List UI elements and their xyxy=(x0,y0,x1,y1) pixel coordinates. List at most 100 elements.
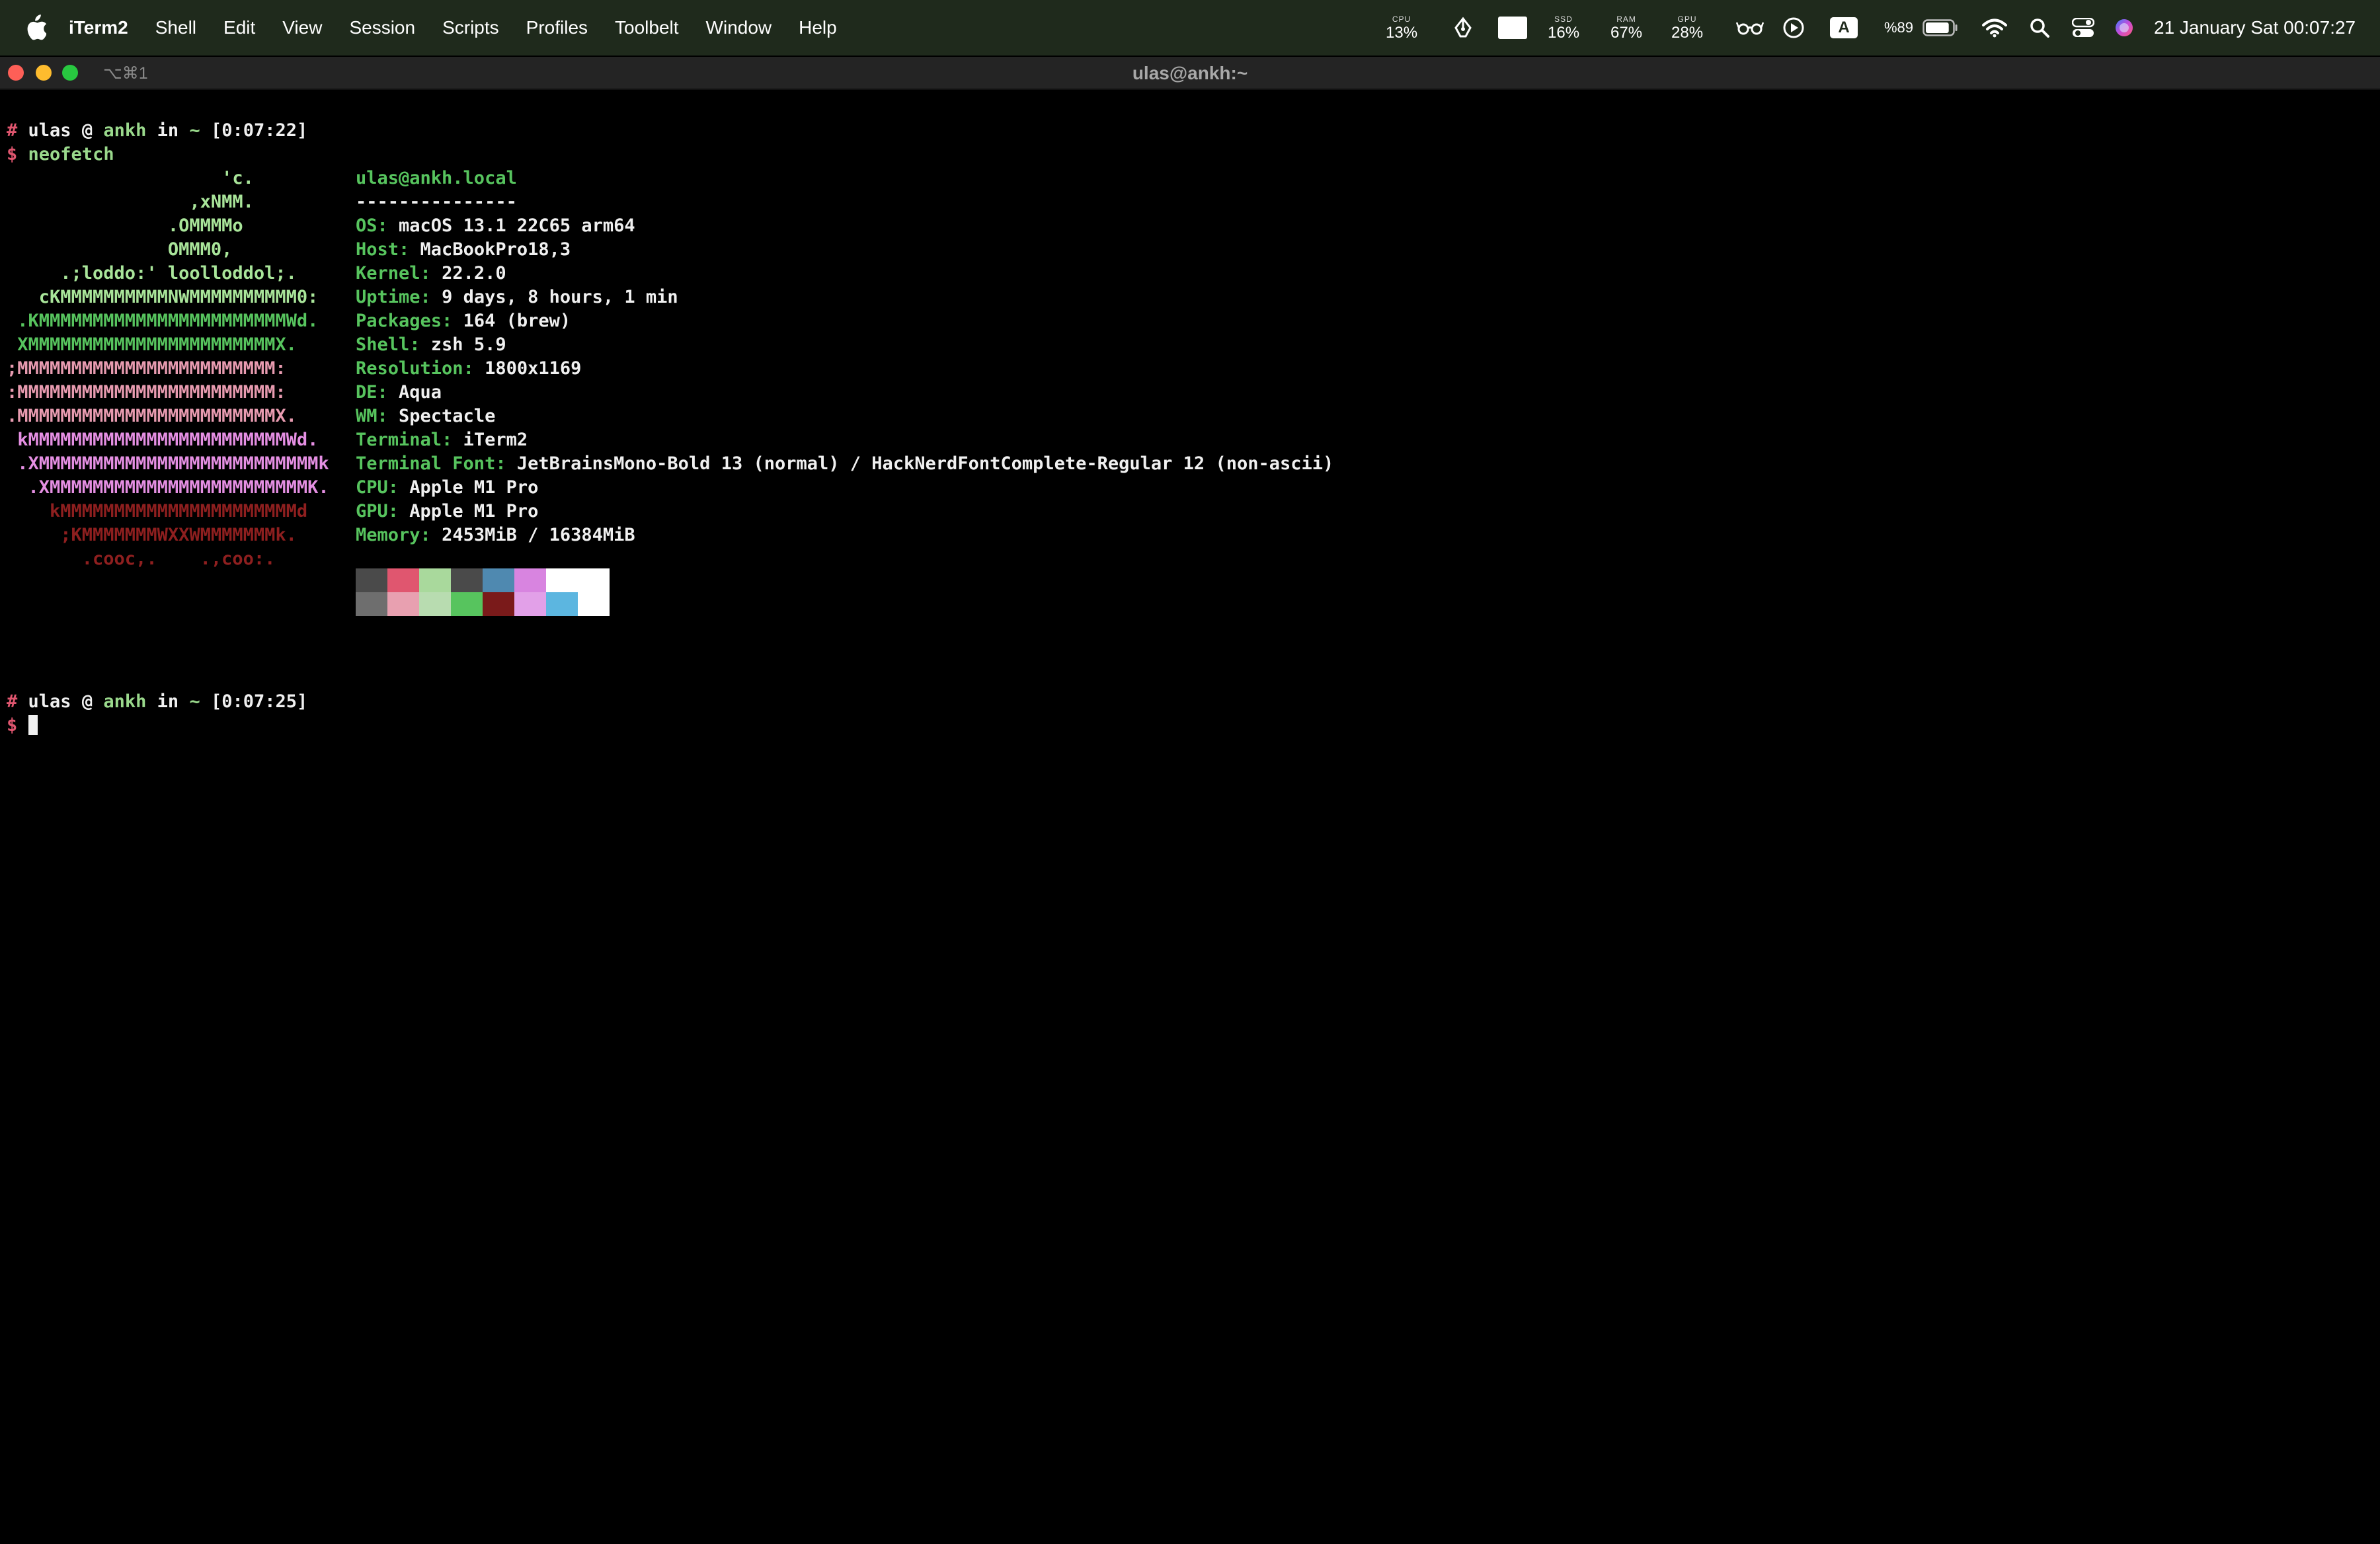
palette-swatch xyxy=(514,592,546,616)
glasses-icon[interactable] xyxy=(1736,0,1764,56)
logo-line: .OMMMMo xyxy=(7,215,243,236)
logo-line: OMMM0, xyxy=(7,239,233,260)
menu-app-iterm2[interactable]: iTerm2 xyxy=(69,17,128,38)
info-value: 2453MiB / 16384MiB xyxy=(442,525,635,545)
cpu-value: 13% xyxy=(1386,23,1418,42)
input-line[interactable]: $ xyxy=(7,714,38,738)
palette-swatch xyxy=(356,592,387,616)
command-text: neofetch xyxy=(28,144,114,165)
palette-swatch xyxy=(419,592,451,616)
info-row: Resolution: 1800x1169 xyxy=(356,358,582,379)
prompt-time: [0:07:22] xyxy=(210,120,308,141)
palette-swatch xyxy=(387,592,419,616)
gpu-usage-stat[interactable]: GPU 28% xyxy=(1671,15,1703,41)
command-line: $ neofetch xyxy=(7,143,114,167)
ram-value: 67% xyxy=(1610,23,1643,42)
menu-toolbelt[interactable]: Toolbelt xyxy=(615,17,679,38)
apple-menu-icon[interactable] xyxy=(24,15,46,41)
info-key: DE xyxy=(356,382,377,403)
logo-line: .MMMMMMMMMMMMMMMMMMMMMMMMX. xyxy=(7,406,297,426)
info-separator: --------------- xyxy=(356,192,517,212)
window-titlebar[interactable]: ⌥⌘1 ulas@ankh:~ xyxy=(0,57,2380,90)
prompt-time: [0:07:25] xyxy=(210,691,308,712)
info-row: Packages: 164 (brew) xyxy=(356,311,571,331)
prompt-dir: ~ xyxy=(189,691,200,712)
logo-line: .XMMMMMMMMMMMMMMMMMMMMMMMMK. xyxy=(7,477,329,498)
menu-session[interactable]: Session xyxy=(349,17,415,38)
palette-swatch xyxy=(578,592,610,616)
spotlight-search-icon[interactable] xyxy=(2030,0,2049,56)
info-value: iTerm2 xyxy=(463,430,528,450)
siri-icon[interactable] xyxy=(2114,0,2134,56)
menu-view[interactable]: View xyxy=(282,17,322,38)
ssd-usage-stat[interactable]: SSD 16% xyxy=(1548,15,1579,41)
info-value: Apple M1 Pro xyxy=(409,477,539,498)
prompt-line: # ulas @ ankh in ~ [0:07:22] xyxy=(7,119,307,143)
menubar-clock[interactable]: 21 January Sat 00:07:27 xyxy=(2154,17,2356,38)
info-key: GPU xyxy=(356,501,388,521)
info-value: zsh 5.9 xyxy=(430,334,506,355)
info-row: Host: MacBookPro18,3 xyxy=(356,239,571,260)
palette-swatch xyxy=(483,592,514,616)
menu-window[interactable]: Window xyxy=(706,17,772,38)
logo-line: 'c. xyxy=(7,168,254,188)
window-title: ulas@ankh:~ xyxy=(1132,63,1248,83)
info-row: DE: Aqua xyxy=(356,382,442,403)
logo-line: .;loddo:' loolloddol;. xyxy=(7,263,297,284)
logo-line: cKMMMMMMMMMMNWMMMMMMMMMM0: xyxy=(7,287,319,307)
palette-swatch xyxy=(578,568,610,592)
prompt-dir: ~ xyxy=(189,120,200,141)
prompt-user: ulas xyxy=(28,120,71,141)
prompt-dollar: $ xyxy=(7,715,18,736)
info-key: Shell xyxy=(356,334,410,355)
color-palette xyxy=(356,568,610,616)
battery-icon[interactable] xyxy=(1923,0,1958,56)
palette-swatch xyxy=(483,568,514,592)
info-key: OS xyxy=(356,215,377,236)
input-source-icon[interactable]: A xyxy=(1830,0,1858,56)
info-value: Apple M1 Pro xyxy=(409,501,539,521)
palette-swatch xyxy=(419,568,451,592)
logo-line: .cooc,. .,coo:. xyxy=(7,549,276,569)
wifi-icon[interactable] xyxy=(1982,0,2007,56)
control-center-icon[interactable] xyxy=(2072,0,2094,56)
prompt-in: in xyxy=(157,120,179,141)
info-key: Uptime xyxy=(356,287,420,307)
info-value: JetBrainsMono-Bold 13 (normal) / HackNer… xyxy=(516,453,1334,474)
prompt-host: ankh xyxy=(103,120,147,141)
text-cursor xyxy=(28,715,38,735)
terminal-session[interactable]: # ulas @ ankh in ~ [0:07:22] $ neofetch … xyxy=(7,119,2380,1544)
white-square-icon[interactable] xyxy=(1498,0,1527,56)
palette-swatch xyxy=(451,568,483,592)
logo-line: .KMMMMMMMMMMMMMMMMMMMMMMMWd. xyxy=(7,311,319,331)
pen-tool-icon[interactable] xyxy=(1452,0,1474,56)
info-value: Spectacle xyxy=(399,406,496,426)
menu-scripts[interactable]: Scripts xyxy=(442,17,499,38)
info-key: Kernel xyxy=(356,263,420,284)
gpu-value: 28% xyxy=(1671,23,1704,42)
info-key: WM xyxy=(356,406,377,426)
logo-line: ;KMMMMMMMWXXWMMMMMMMk. xyxy=(7,525,297,545)
cpu-usage-stat[interactable]: CPU 13% xyxy=(1386,15,1417,41)
menu-shell[interactable]: Shell xyxy=(155,17,196,38)
ram-usage-stat[interactable]: RAM 67% xyxy=(1610,15,1642,41)
menu-edit[interactable]: Edit xyxy=(223,17,255,38)
menu-profiles[interactable]: Profiles xyxy=(526,17,588,38)
info-row: Kernel: 22.2.0 xyxy=(356,263,506,284)
prompt-host: ankh xyxy=(103,691,147,712)
menu-bar: iTerm2 Shell Edit View Session Scripts P… xyxy=(0,0,2380,56)
info-value: Aqua xyxy=(399,382,442,403)
palette-swatch xyxy=(514,568,546,592)
logo-line: :MMMMMMMMMMMMMMMMMMMMMMMM: xyxy=(7,382,286,403)
battery-percent: %89 xyxy=(1884,19,1914,36)
info-value: macOS 13.1 22C65 arm64 xyxy=(399,215,635,236)
palette-swatch xyxy=(451,592,483,616)
prompt-line: # ulas @ ankh in ~ [0:07:25] xyxy=(7,690,307,714)
play-circle-icon[interactable] xyxy=(1782,0,1805,56)
info-value: 9 days, 8 hours, 1 min xyxy=(442,287,678,307)
palette-swatch xyxy=(546,592,578,616)
info-row: CPU: Apple M1 Pro xyxy=(356,477,539,498)
info-row: Terminal: iTerm2 xyxy=(356,430,528,450)
logo-line: XMMMMMMMMMMMMMMMMMMMMMMMX. xyxy=(7,334,297,355)
menu-help[interactable]: Help xyxy=(799,17,837,38)
